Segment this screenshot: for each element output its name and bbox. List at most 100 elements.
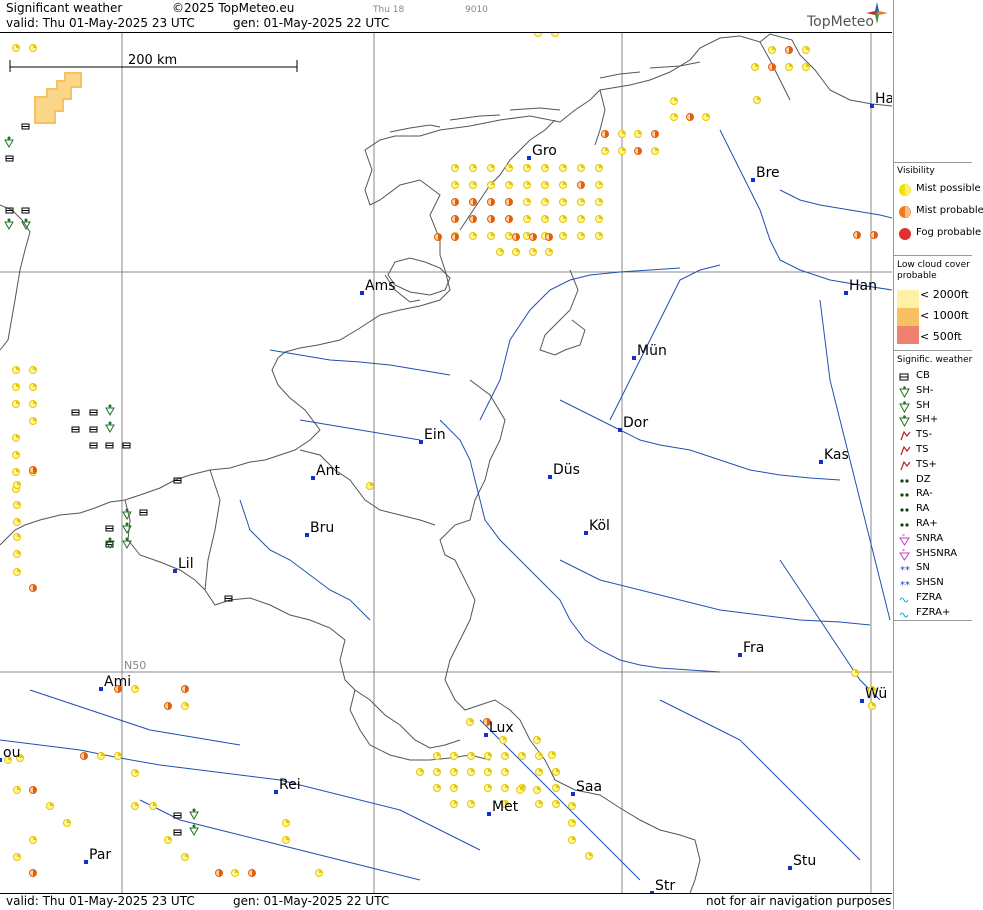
city-bru: Bru [305, 520, 334, 537]
legend-sigwx-15: FZRA [894, 591, 983, 607]
mist-possible-marker [852, 670, 859, 677]
mist-possible-marker [803, 47, 810, 54]
map-canvas: N50 200 km GroBreHaAms HanMünDorEinKasAn… [0, 33, 892, 893]
legend-sigwx-10: RA+ [894, 517, 983, 533]
legend-sigwx-9: RA [894, 502, 983, 518]
mist-possible-marker [502, 769, 509, 776]
mist-probable-marker [546, 234, 553, 241]
city-dor: Dor [618, 415, 648, 432]
city-saa: Saa [571, 779, 602, 796]
mist-possible-marker [569, 837, 576, 844]
mist-possible-marker [560, 233, 567, 240]
mist-possible-marker [434, 769, 441, 776]
legend-panel: Visibility Low cloud cover probable Sign… [893, 0, 983, 909]
svg-text:*: * [902, 549, 905, 555]
mist-possible-marker [451, 785, 458, 792]
mist-possible-marker [14, 534, 21, 541]
mist-possible-marker [769, 47, 776, 54]
weather-map[interactable]: N50 200 km Gro Bre Ha Ams Han Mün Dor Ei… [0, 33, 892, 893]
header-bar: Significant weather ©2025 TopMeteo.eu Th… [0, 0, 892, 33]
legend-sigwx-3-icon [898, 415, 912, 427]
mist-possible-marker [596, 233, 603, 240]
mist-possible-marker [14, 482, 21, 489]
mist-probable-marker [30, 870, 37, 877]
mist-possible-marker [452, 165, 459, 172]
mist-possible-marker [316, 870, 323, 877]
mist-possible-marker [578, 216, 585, 223]
legend-sigwx-16: FZRA+ [894, 606, 983, 622]
mist-possible-marker [524, 165, 531, 172]
mist-probable-marker [30, 787, 37, 794]
legend-sigwx-2: SH [894, 399, 983, 415]
sigwx-title: Signific. weather [897, 355, 972, 365]
mist-possible-marker [534, 787, 541, 794]
mist-possible-marker [115, 753, 122, 760]
mist-possible-marker [869, 703, 876, 710]
mist-probable-marker [452, 216, 459, 223]
mist-possible-marker [14, 569, 21, 576]
mist-possible-marker [13, 469, 20, 476]
mist-possible-marker [596, 216, 603, 223]
mist-probable-marker [30, 585, 37, 592]
mist-possible-marker [13, 45, 20, 52]
svg-text:Lil: Lil [178, 556, 194, 572]
mist-possible-marker [502, 785, 509, 792]
svg-text:ou: ou [3, 745, 20, 761]
visibility-title: Visibility [897, 166, 935, 176]
svg-text:Gro: Gro [532, 143, 557, 159]
legend-visibility-1-icon [898, 206, 912, 218]
mist-possible-marker [485, 785, 492, 792]
city-ami: Ami [99, 674, 131, 691]
mist-possible-marker [434, 785, 441, 792]
mist-probable-marker [452, 234, 459, 241]
mist-possible-marker [602, 148, 609, 155]
mist-possible-marker [535, 33, 542, 37]
mist-possible-marker [470, 165, 477, 172]
mist-probable-marker [635, 148, 642, 155]
svg-text:Ein: Ein [424, 427, 446, 443]
logo: TopMeteo [807, 14, 874, 30]
mist-possible-marker [635, 131, 642, 138]
footer-valid: valid: Thu 01-May-2025 23 UTC [6, 894, 195, 909]
mist-possible-marker [488, 233, 495, 240]
mist-possible-marker [98, 753, 105, 760]
city-mün: Mün [632, 343, 667, 360]
mist-possible-marker [232, 870, 239, 877]
city-ant: Ant [311, 463, 340, 480]
compass-logo-icon [866, 2, 888, 24]
mist-possible-marker [549, 752, 556, 759]
mist-possible-marker [754, 97, 761, 104]
mist-possible-marker [64, 820, 71, 827]
mist-possible-marker [586, 853, 593, 860]
mist-possible-marker [534, 737, 541, 744]
svg-text:Wü: Wü [865, 686, 887, 702]
mist-probable-marker [435, 234, 442, 241]
legend-sigwx-14-icon: ** [898, 578, 912, 590]
mist-possible-marker [502, 753, 509, 760]
legend-visibility-1: Mist probable [894, 204, 983, 220]
mist-possible-marker [524, 182, 531, 189]
mist-probable-marker [786, 47, 793, 54]
mist-possible-marker [619, 148, 626, 155]
mist-possible-marker [451, 769, 458, 776]
mist-probable-marker [769, 64, 776, 71]
city-kas: Kas [819, 447, 849, 464]
mist-possible-marker [530, 249, 537, 256]
mist-possible-marker [578, 165, 585, 172]
mist-possible-marker [488, 182, 495, 189]
mist-possible-marker [47, 803, 54, 810]
mist-possible-marker [470, 233, 477, 240]
legend-visibility-2: Fog probable [894, 226, 983, 242]
city-ou: ou [0, 745, 20, 762]
mist-possible-marker [506, 165, 513, 172]
svg-text:Bre: Bre [756, 165, 780, 181]
legend-sigwx-11-icon: * [898, 534, 912, 546]
mist-possible-marker [30, 384, 37, 391]
mist-possible-marker [13, 401, 20, 408]
mist-possible-marker [536, 801, 543, 808]
valid-time: valid: Thu 01-May-2025 23 UTC [6, 16, 195, 31]
mist-possible-marker [506, 233, 513, 240]
legend-sigwx-1: SH- [894, 384, 983, 400]
mist-probable-marker [249, 870, 256, 877]
mist-possible-marker [13, 384, 20, 391]
